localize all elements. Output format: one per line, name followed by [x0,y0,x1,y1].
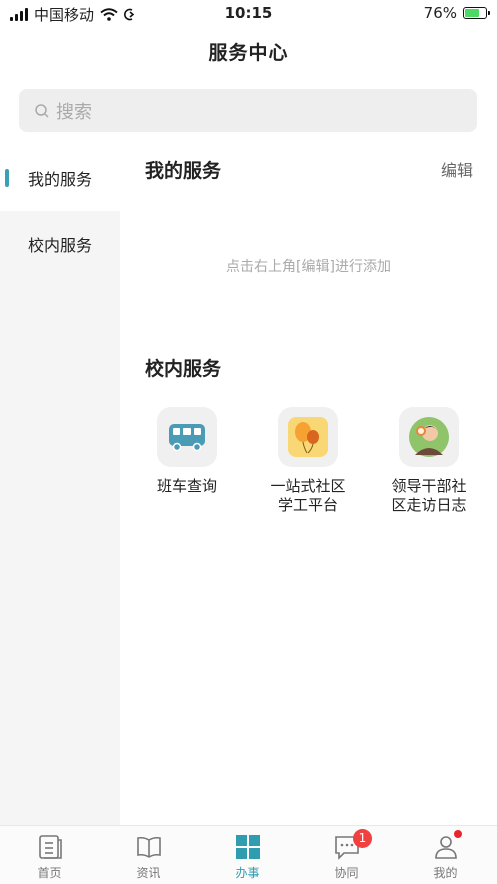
service-label: 一站式社区 学工平台 [270,477,346,514]
battery-fill [465,9,480,17]
service-label: 班车查询 [156,477,217,495]
search-input[interactable]: 搜索 [19,89,477,132]
tab-home[interactable]: 首页 [0,826,99,884]
tab-profile[interactable]: 我的 [396,826,495,884]
tab-label: 协同 [334,866,359,880]
unread-badge: 1 [353,829,372,848]
my-services-title: 我的服务 [145,160,222,182]
grid-icon [236,835,260,859]
sidebar-item-label: 我的服务 [27,170,92,189]
sidebar-item-campus-services[interactable]: 校内服务 [0,211,120,277]
service-community-platform[interactable]: 一站式社区 学工平台 [258,407,358,515]
tab-label: 资讯 [136,866,161,880]
tab-label: 首页 [37,866,62,880]
battery-percent: 76% [423,4,457,22]
service-leader-visit-log[interactable]: 领导干部社 区走访日志 [379,407,479,515]
balloon-icon [278,407,338,467]
leader-avatar-icon [399,407,459,467]
tab-label: 办事 [235,866,260,880]
service-bus-query[interactable]: 班车查询 [137,407,237,496]
home-icon [39,835,62,859]
book-icon [137,836,161,858]
edit-button[interactable]: 编辑 [441,157,473,181]
sidebar-item-label: 校内服务 [27,236,92,255]
search-icon [35,103,49,118]
campus-services-title: 校内服务 [145,358,222,380]
tab-services[interactable]: 办事 [198,826,297,884]
empty-hint: 点击右上角[编辑]进行添加 [226,259,391,275]
category-sidebar: 我的服务 校内服务 [0,145,120,825]
search-placeholder: 搜索 [56,101,92,123]
active-indicator [5,169,9,187]
bottom-tab-bar: 首页 资讯 办事 1 协同 我的 [0,825,497,884]
page-title: 服务中心 [208,42,289,64]
tab-collaboration[interactable]: 1 协同 [297,826,396,884]
tab-label: 我的 [433,866,458,880]
service-label: 领导干部社 区走访日志 [391,477,467,514]
clock: 10:15 [224,4,273,22]
status-right: 76% [423,4,490,22]
tab-news[interactable]: 资讯 [99,826,198,884]
service-content: 我的服务 编辑 点击右上角[编辑]进行添加 校内服务 班车查询 一站式社区 学工… [120,145,497,825]
battery-icon [463,7,490,19]
sidebar-item-my-services[interactable]: 我的服务 [0,145,120,211]
user-icon [435,836,457,859]
bus-icon [157,407,217,467]
status-bar: 中国移动 10:15 76% [0,0,497,26]
notification-dot [454,830,462,838]
